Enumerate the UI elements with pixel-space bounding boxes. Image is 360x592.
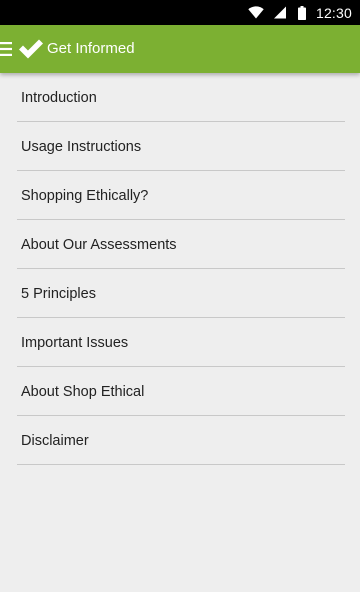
menu-item-about-our-assessments[interactable]: About Our Assessments bbox=[17, 220, 345, 269]
menu-item-shopping-ethically[interactable]: Shopping Ethically? bbox=[17, 171, 345, 220]
status-clock: 12:30 bbox=[315, 4, 352, 21]
status-icons: 12:30 bbox=[248, 0, 352, 25]
wifi-icon bbox=[248, 6, 264, 19]
checkmark-icon bbox=[18, 39, 44, 64]
menu-item-disclaimer[interactable]: Disclaimer bbox=[17, 416, 345, 465]
battery-icon bbox=[297, 5, 306, 20]
menu-item-important-issues[interactable]: Important Issues bbox=[17, 318, 345, 367]
menu-item-label: Introduction bbox=[21, 90, 97, 106]
info-menu-list: Introduction Usage Instructions Shopping… bbox=[0, 73, 360, 592]
signal-icon bbox=[273, 6, 286, 19]
menu-item-about-shop-ethical[interactable]: About Shop Ethical bbox=[17, 367, 345, 416]
menu-item-introduction[interactable]: Introduction bbox=[17, 73, 345, 122]
app-title: Get Informed bbox=[47, 40, 135, 57]
status-bar: 12:30 bbox=[0, 0, 360, 25]
menu-item-label: Disclaimer bbox=[21, 433, 89, 449]
menu-item-usage-instructions[interactable]: Usage Instructions bbox=[17, 122, 345, 171]
app-bar: Get Informed bbox=[0, 25, 360, 73]
menu-icon[interactable] bbox=[0, 42, 12, 61]
menu-item-5-principles[interactable]: 5 Principles bbox=[17, 269, 345, 318]
menu-item-label: About Shop Ethical bbox=[21, 384, 145, 400]
menu-item-label: 5 Principles bbox=[21, 286, 96, 302]
menu-item-label: Important Issues bbox=[21, 335, 129, 351]
menu-item-label: Usage Instructions bbox=[21, 139, 142, 155]
menu-item-label: Shopping Ethically? bbox=[21, 188, 149, 204]
menu-item-label: About Our Assessments bbox=[21, 237, 177, 253]
